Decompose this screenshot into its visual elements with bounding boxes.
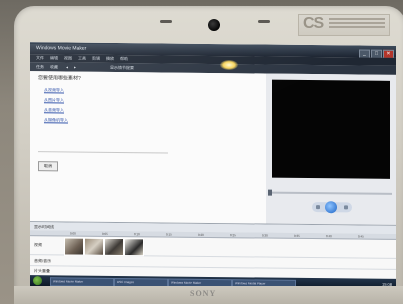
brand-logo: SONY: [190, 289, 217, 298]
toolbar-back[interactable]: ◂: [66, 64, 68, 69]
import-video-link[interactable]: 从视频导入: [44, 87, 64, 93]
previous-frame-icon[interactable]: [316, 205, 320, 210]
task-heading: 您要使用哪些素材?: [38, 75, 81, 82]
menu-file[interactable]: 文件: [36, 55, 44, 61]
ruler-tick: 0:35: [294, 233, 300, 238]
import-camera-link[interactable]: 从摄像机导入: [44, 117, 68, 123]
ruler-tick: 0:00: [70, 231, 76, 236]
ruler-tick: 0:10: [134, 232, 140, 237]
timeline-panel: 显示时间线 0:00 0:05 0:10 0:15 0:20 0:25 0:30…: [30, 221, 396, 280]
task-pane: 您要使用哪些素材? 从视频导入 从图片导入 从音频导入 从摄像机导入 取消: [30, 71, 266, 224]
menu-clip[interactable]: 剪辑: [92, 56, 100, 62]
import-audio-link[interactable]: 从音频导入: [44, 107, 64, 113]
video-clip[interactable]: [84, 237, 104, 256]
menu-play[interactable]: 播放: [106, 56, 114, 62]
ruler-tick: 0:45: [358, 234, 364, 239]
menu-view[interactable]: 视图: [64, 55, 72, 61]
preview-pane: [266, 73, 396, 225]
playback-controls: [312, 201, 352, 214]
menu-help[interactable]: 帮助: [120, 56, 128, 62]
video-clip[interactable]: [64, 237, 84, 256]
audio-track-label: 音频/音乐: [34, 258, 52, 264]
import-pictures-link[interactable]: 从图片导入: [44, 97, 64, 103]
toolbar-collections[interactable]: 收藏: [50, 64, 58, 70]
laptop-screen: Windows Movie Maker _ □ ✕ 文件 编辑 视图 工具 剪辑 播…: [30, 42, 396, 290]
bezel-mark-left: [160, 20, 172, 23]
toolbar-tasks[interactable]: 任务: [36, 64, 44, 70]
menu-tools[interactable]: 工具: [78, 56, 86, 62]
light-reflection: [220, 60, 238, 70]
sticker-logo: CS: [298, 14, 390, 36]
ruler-tick: 0:40: [326, 234, 332, 239]
window-controls: _ □ ✕: [358, 48, 394, 59]
seek-bar[interactable]: [268, 189, 392, 196]
sticker-logo-text: CS: [303, 15, 324, 32]
sticker-logo-lines: [329, 18, 385, 20]
ruler-tick: 0:25: [230, 233, 236, 238]
video-clip[interactable]: [104, 237, 124, 257]
toolbar-forward[interactable]: ▸: [74, 65, 76, 70]
next-frame-icon[interactable]: [344, 205, 348, 210]
webcam-icon: [208, 19, 220, 31]
ruler-tick: 0:20: [198, 232, 204, 237]
ruler-tick: 0:05: [102, 231, 108, 236]
ruler-tick: 0:15: [166, 232, 172, 237]
toolbar-storyboard[interactable]: 显示情节提要: [110, 65, 134, 71]
seek-thumb[interactable]: [268, 189, 272, 196]
bezel-mark-right: [258, 20, 270, 23]
video-track-label: 视频: [34, 242, 42, 248]
title-track-label: 片头重叠: [34, 268, 50, 274]
task-divider: [38, 151, 168, 154]
start-orb-icon[interactable]: [33, 276, 42, 286]
video-clip[interactable]: [124, 238, 144, 257]
menu-edit[interactable]: 编辑: [50, 55, 58, 61]
play-icon[interactable]: [325, 201, 337, 214]
ruler-tick: 0:30: [262, 233, 268, 238]
preview-monitor: [272, 79, 390, 179]
window-title: Windows Movie Maker: [36, 45, 87, 52]
cancel-button[interactable]: 取消: [38, 161, 58, 172]
